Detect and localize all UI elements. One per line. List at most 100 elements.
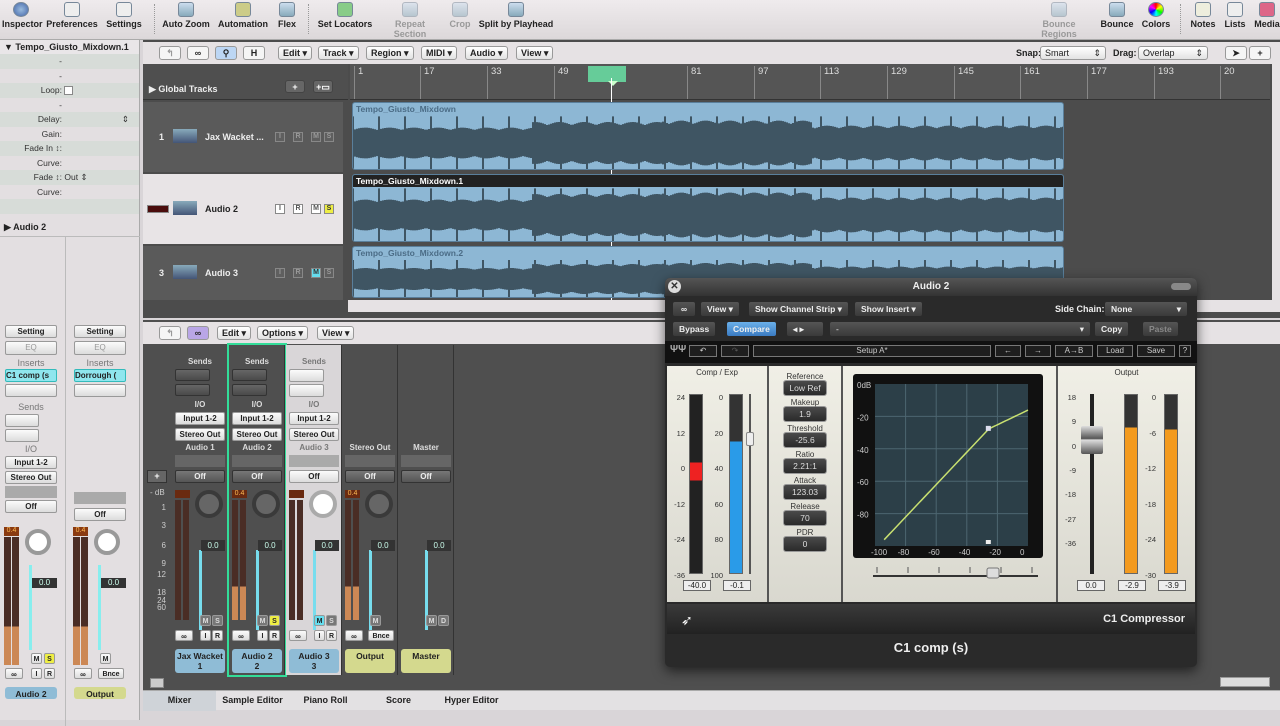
track-name[interactable]: Audio 3: [205, 268, 238, 278]
add-track-icon[interactable]: +: [285, 80, 305, 93]
group-slot[interactable]: [345, 455, 395, 467]
media-button[interactable]: Media: [1252, 2, 1280, 29]
threshold-slider-handle[interactable]: [746, 432, 754, 446]
output-button[interactable]: Stereo Out: [175, 428, 225, 441]
param-value[interactable]: 123.03: [784, 485, 826, 499]
setup-display[interactable]: Setup A*: [753, 345, 991, 357]
insert-slot-empty[interactable]: [5, 384, 57, 397]
load-button[interactable]: Load: [1097, 345, 1133, 357]
audio-region[interactable]: Tempo_Giusto_Mixdown: [352, 102, 1064, 170]
global-tracks-toggle[interactable]: ▶ Global Tracks: [149, 84, 217, 95]
dim-button[interactable]: D: [438, 615, 449, 626]
help-button[interactable]: ?: [1179, 345, 1191, 357]
automation-mode-button[interactable]: Off: [345, 470, 395, 483]
volume-value[interactable]: 0.0: [258, 540, 282, 551]
colors-button[interactable]: Colors: [1140, 2, 1172, 29]
drag-select[interactable]: Overlap ⇕: [1138, 46, 1208, 60]
playhead-marker[interactable]: [608, 81, 618, 91]
pan-knob[interactable]: [94, 529, 120, 555]
link-icon[interactable]: ∞: [175, 630, 193, 641]
automation-mode-button[interactable]: Off: [74, 508, 126, 521]
show-insert-menu[interactable]: Show Insert ▾: [855, 302, 922, 316]
track-menu[interactable]: Track ▾: [318, 46, 359, 60]
link-icon[interactable]: ∞: [673, 302, 695, 316]
group-slot[interactable]: [289, 455, 339, 467]
pan-knob[interactable]: [252, 490, 280, 518]
record-button[interactable]: R: [269, 630, 280, 641]
delay-row[interactable]: Delay: ⇕: [0, 112, 139, 127]
solo-button[interactable]: S: [324, 132, 334, 142]
input-button[interactable]: Input 1-2: [289, 412, 339, 425]
automation-mode-button[interactable]: Off: [175, 470, 225, 483]
param-value[interactable]: Low Ref: [784, 381, 826, 395]
mute-button[interactable]: M: [200, 615, 211, 626]
view-menu[interactable]: View ▾: [516, 46, 554, 60]
input-monitor-button[interactable]: I: [275, 132, 285, 142]
param-value[interactable]: 70: [784, 511, 826, 525]
compare-button[interactable]: Compare: [727, 322, 776, 336]
group-slot[interactable]: [74, 492, 126, 504]
tab-piano-roll[interactable]: Piano Roll: [289, 691, 362, 711]
param-value[interactable]: -25.6: [784, 433, 826, 447]
loop-checkbox[interactable]: [64, 86, 74, 96]
group-slot[interactable]: [5, 486, 57, 498]
output-fader-track[interactable]: [1090, 394, 1094, 574]
tab-score[interactable]: Score: [362, 691, 435, 711]
mute-button[interactable]: M: [311, 132, 321, 142]
link-icon[interactable]: ∞: [74, 668, 92, 679]
input-button[interactable]: Input 1-2: [232, 412, 282, 425]
region-menu[interactable]: Region ▾: [366, 46, 414, 60]
input-monitor-button[interactable]: I: [275, 204, 285, 214]
mixer-view-icon[interactable]: [150, 678, 164, 688]
send-slot[interactable]: [5, 429, 39, 442]
param-value[interactable]: 2.21:1: [784, 459, 826, 473]
preset-select[interactable]: - ▾: [830, 322, 1090, 336]
input-monitor-button[interactable]: I: [257, 630, 268, 641]
audio-menu[interactable]: Audio ▾: [465, 46, 508, 60]
mute-button[interactable]: M: [311, 204, 321, 214]
paste-button[interactable]: Paste: [1143, 322, 1178, 336]
param-value[interactable]: 0: [784, 537, 826, 551]
link-icon[interactable]: ∞: [5, 668, 23, 679]
track-header[interactable]: Audio 2 IRMS: [143, 174, 343, 244]
preferences-button[interactable]: Preferences: [46, 2, 98, 29]
redo-icon[interactable]: ↷: [721, 345, 749, 357]
volume-value[interactable]: 0.0: [371, 540, 395, 551]
automation-mode-button[interactable]: Off: [5, 500, 57, 513]
volume-value[interactable]: 0.0: [427, 540, 451, 551]
link-icon[interactable]: ∞: [187, 326, 209, 340]
volume-value[interactable]: 0.0: [32, 578, 57, 588]
send-slot[interactable]: [289, 384, 324, 397]
input-monitor-button[interactable]: I: [200, 630, 211, 641]
solo-button[interactable]: S: [212, 615, 223, 626]
send-slot[interactable]: [5, 414, 39, 427]
track-header[interactable]: 3 Audio 3 IRMS: [143, 246, 343, 300]
output-fader-handle[interactable]: [1081, 426, 1103, 454]
eq-button[interactable]: EQ: [5, 341, 57, 355]
track-name[interactable]: Jax Wacket ...: [205, 132, 264, 142]
a-to-b-button[interactable]: A→B: [1055, 345, 1093, 357]
pan-knob[interactable]: [195, 490, 223, 518]
flex-button[interactable]: Flex: [274, 2, 300, 29]
channel-name[interactable]: Master: [401, 649, 451, 673]
bounce-button[interactable]: Bnce: [98, 668, 124, 679]
bounce-button[interactable]: Bounce: [1100, 2, 1134, 29]
vertical-scrollbar[interactable]: [1272, 64, 1280, 300]
channel-name[interactable]: Output: [74, 687, 126, 699]
mute-button[interactable]: M: [100, 653, 111, 664]
save-button[interactable]: Save: [1137, 345, 1175, 357]
pointer-tool-icon[interactable]: ➤: [1225, 46, 1247, 60]
show-channel-strip-menu[interactable]: Show Channel Strip ▾: [749, 302, 848, 316]
mute-button[interactable]: M: [314, 615, 325, 626]
channel-name[interactable]: Audio 2: [5, 687, 57, 699]
input-button[interactable]: Input 1-2: [175, 412, 225, 425]
mixer-edit-menu[interactable]: Edit ▾: [217, 326, 252, 340]
channel-name[interactable]: Audio 33: [289, 649, 339, 673]
back-icon[interactable]: ↰: [159, 46, 181, 60]
param-value[interactable]: 1.9: [784, 407, 826, 421]
record-enable-button[interactable]: R: [293, 132, 303, 142]
mute-button[interactable]: M: [31, 653, 42, 664]
previous-setup-icon[interactable]: ←: [995, 345, 1021, 357]
mixer-options-menu[interactable]: Options ▾: [257, 326, 309, 340]
add-folder-icon[interactable]: +▭: [313, 80, 333, 93]
